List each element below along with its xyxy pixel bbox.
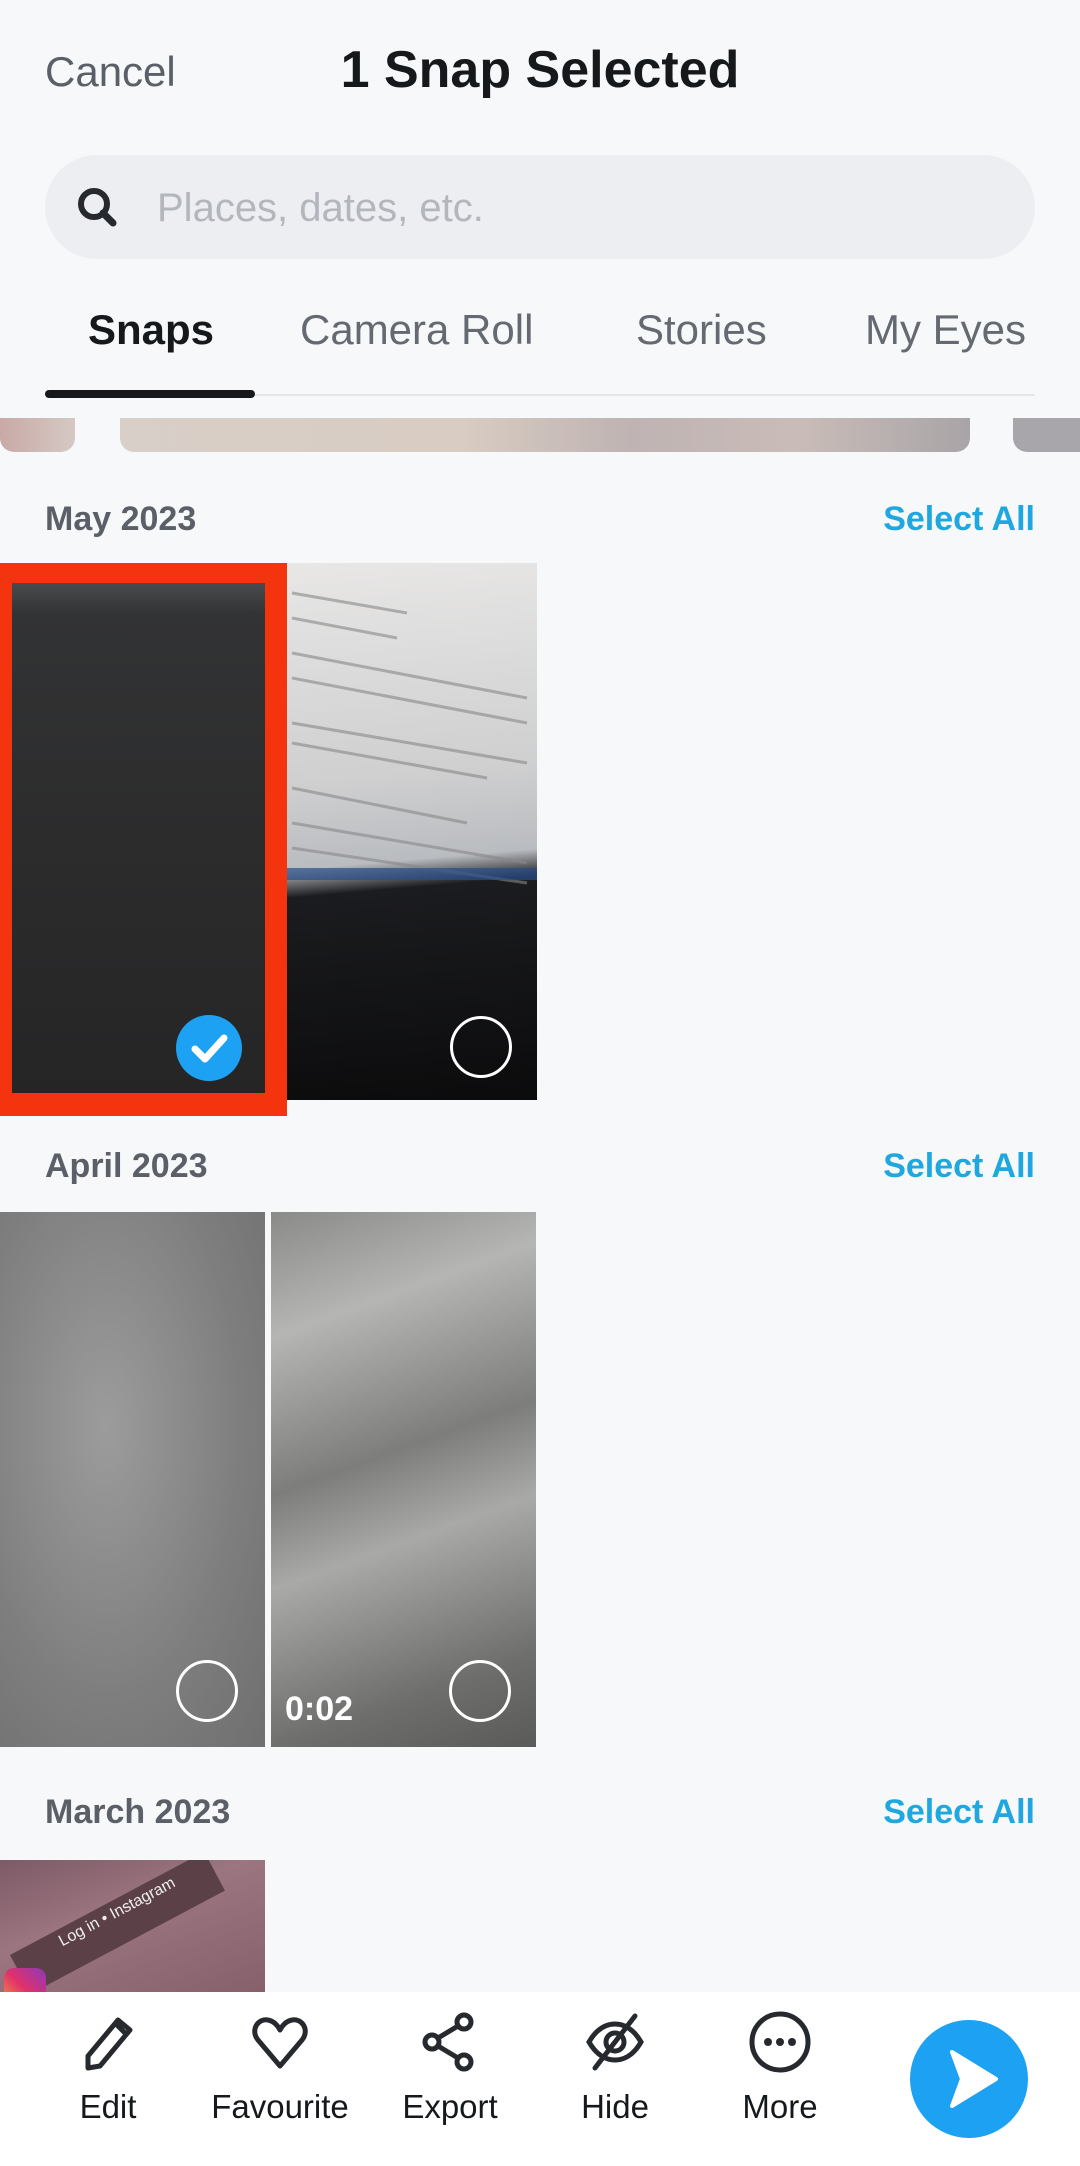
snap-thumbnail[interactable] [12, 583, 265, 1093]
selected-check-icon[interactable] [176, 1015, 242, 1081]
send-arrow-icon [950, 2050, 998, 2108]
tab-my-eyes[interactable]: My Eyes [865, 306, 1026, 354]
share-icon [422, 2012, 474, 2072]
thumbnail-image-content [287, 591, 537, 885]
more-button[interactable]: More [700, 2010, 860, 2126]
edit-button[interactable]: Edit [28, 2010, 188, 2126]
section-header-april-2023: April 2023 [45, 1147, 208, 1185]
more-icon [749, 2011, 811, 2073]
eye-slash-icon [586, 2013, 644, 2071]
export-label: Export [402, 2088, 498, 2125]
search-bar[interactable] [45, 155, 1035, 261]
favourite-button[interactable]: Favourite [200, 2010, 360, 2126]
tab-bar: Snaps Camera Roll Stories My Eyes [0, 300, 1080, 400]
select-circle[interactable] [176, 1660, 238, 1722]
export-button[interactable]: Export [370, 2010, 530, 2126]
video-thumbnail[interactable]: 0:02 [271, 1212, 536, 1747]
selection-highlight-box [0, 563, 287, 1116]
pencil-icon [85, 2017, 133, 2071]
instagram-logo-icon [4, 1968, 46, 1992]
select-circle[interactable] [450, 1016, 512, 1078]
snap-thumbnail[interactable]: Log in • Instagram [0, 1860, 265, 1992]
bottom-action-bar: Edit Favourite Export Hide More [0, 1992, 1080, 2166]
active-tab-indicator [45, 390, 255, 398]
video-duration: 0:02 [285, 1690, 354, 1728]
tab-stories[interactable]: Stories [636, 306, 767, 354]
section-header-may-2023: May 2023 [45, 500, 197, 538]
more-label: More [742, 2088, 818, 2125]
snap-thumbnail[interactable] [0, 1212, 265, 1747]
select-all-april-2023[interactable]: Select All [883, 1147, 1035, 1186]
hide-button[interactable]: Hide [535, 2010, 695, 2126]
favourite-label: Favourite [211, 2088, 349, 2125]
section-header-march-2023: March 2023 [45, 1793, 231, 1831]
partial-thumbnail[interactable] [0, 418, 75, 452]
send-button[interactable] [910, 2020, 1028, 2138]
partial-thumbnail[interactable] [1013, 418, 1080, 452]
tab-snaps[interactable]: Snaps [88, 306, 214, 354]
hide-label: Hide [581, 2088, 649, 2125]
partial-thumbnail[interactable] [120, 418, 970, 452]
snap-thumbnail[interactable] [287, 563, 537, 1100]
select-circle[interactable] [449, 1660, 511, 1722]
tab-camera-roll[interactable]: Camera Roll [300, 306, 533, 354]
search-icon [78, 188, 117, 227]
heart-icon [252, 2017, 308, 2069]
search-input[interactable] [155, 155, 1009, 261]
select-all-march-2023[interactable]: Select All [883, 1793, 1035, 1832]
page-title: 1 Snap Selected [340, 41, 740, 99]
select-all-may-2023[interactable]: Select All [883, 500, 1035, 539]
edit-label: Edit [79, 2088, 137, 2125]
